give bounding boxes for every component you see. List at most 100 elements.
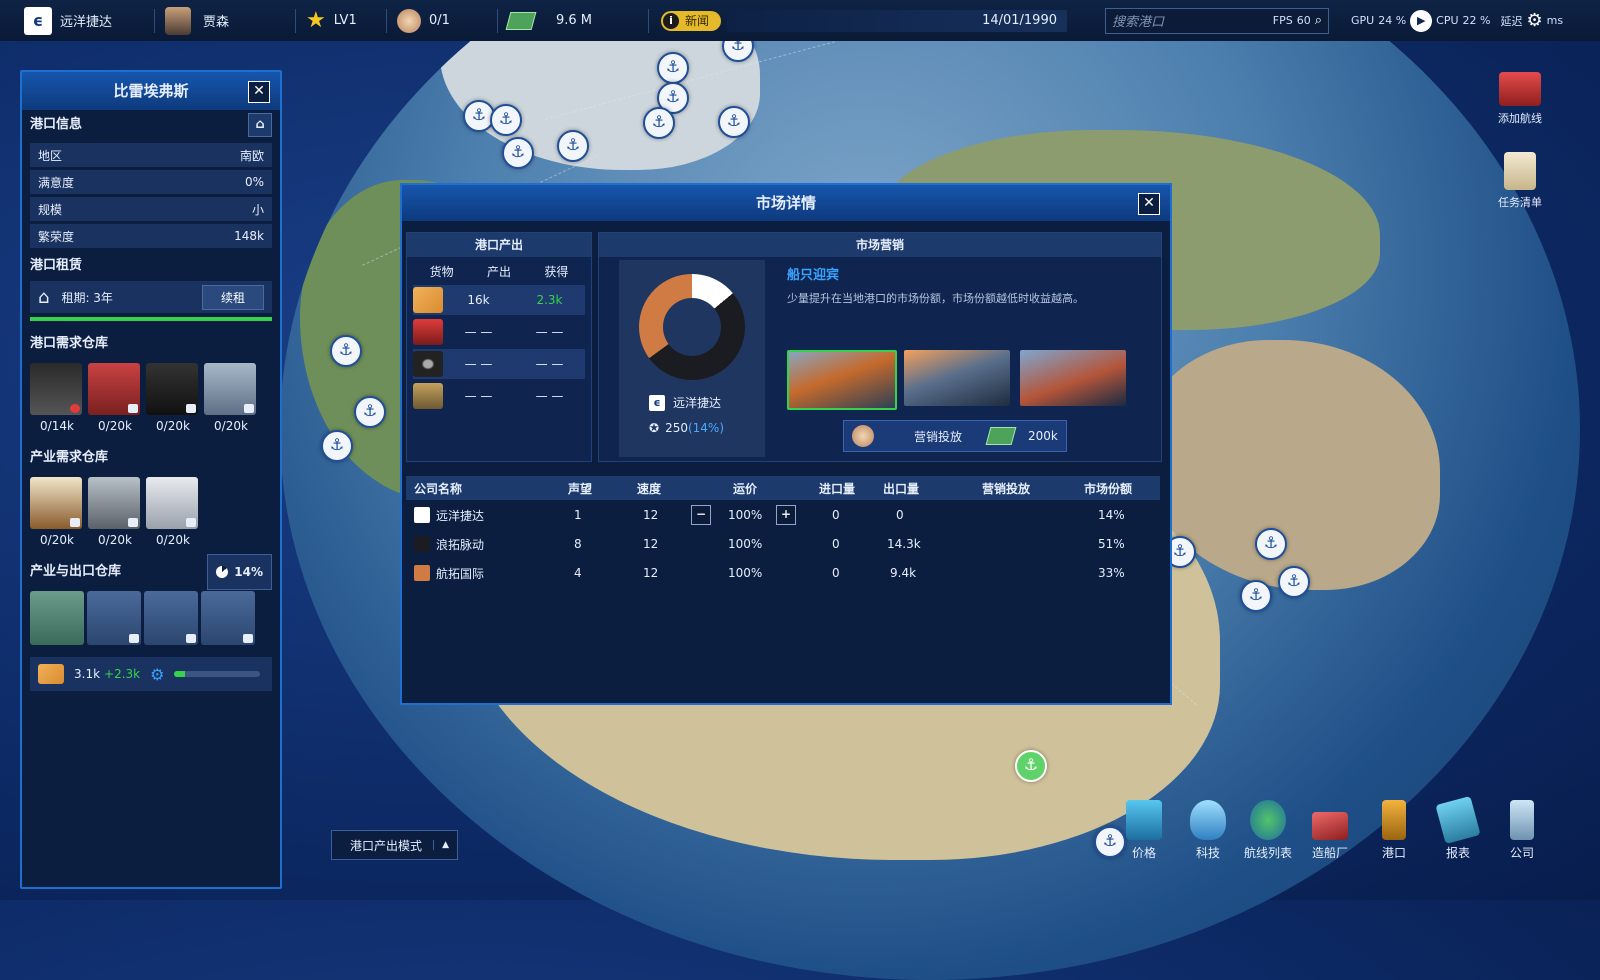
shipyard-button[interactable]: 造船厂 (1302, 800, 1358, 861)
demand-slot[interactable]: 0/14k (30, 363, 84, 433)
money-icon (505, 11, 537, 30)
task-list-button[interactable]: 任务清单 (1490, 152, 1550, 210)
port-marker[interactable]: ⚓ (1278, 566, 1310, 598)
output-share-badge[interactable]: 14% (207, 554, 272, 590)
report-button[interactable]: 报表 (1430, 796, 1486, 861)
chevron-up-icon: ▲ (433, 840, 457, 850)
industry-slot[interactable]: 0/20k (88, 477, 142, 547)
output-value: — — (464, 325, 493, 339)
output-row[interactable]: — — — — (413, 349, 585, 379)
import-volume: 0 (832, 508, 840, 522)
campaign-option[interactable] (904, 350, 1010, 406)
port-marker[interactable]: ⚓ (330, 335, 362, 367)
info-icon: i (663, 12, 679, 29)
industry-slot[interactable]: 0/20k (30, 477, 84, 547)
info-value: 148k (234, 229, 264, 243)
port-lease-title: 港口租赁 (30, 258, 83, 273)
output-header-row: 货物 产出 获得 (413, 259, 585, 283)
lumber-icon (413, 287, 443, 313)
reputation-score: 250 (665, 421, 688, 435)
port-marker[interactable]: ⚓ (643, 107, 675, 139)
staff-count: 0/1 (429, 13, 450, 28)
port-marker[interactable]: ⚓ (490, 104, 522, 136)
info-row: 繁荣度 148k (30, 224, 272, 248)
output-row[interactable]: — — — — (413, 317, 585, 347)
latency-value: ms (1546, 14, 1564, 27)
demand-slot[interactable]: 0/20k (204, 363, 258, 433)
time-bar: 14/01/1990 (727, 9, 1067, 32)
export-volume: 0 (896, 508, 904, 522)
demand-amount: 0/20k (98, 419, 132, 433)
map-mode-label: 港口产出模式 (350, 838, 423, 853)
port-marker[interactable]: ⚓ (354, 396, 386, 428)
company-button[interactable]: 公司 (1494, 800, 1550, 861)
table-row[interactable]: 远洋捷达 1 12 − 100% + 0 0 14% (406, 501, 1160, 529)
selected-port-marker[interactable]: ⚓ (1015, 750, 1047, 782)
coal-icon (30, 363, 82, 415)
decrease-price-button[interactable]: − (691, 505, 711, 525)
col-output: 产出 (486, 264, 511, 279)
oil-factory-icon[interactable] (87, 591, 141, 645)
settings-gear-icon[interactable]: ⚙ (1527, 10, 1543, 31)
gears-icon: ⚙ (150, 664, 165, 684)
output-row[interactable]: 16k 2.3k (413, 285, 585, 315)
port-building-icon[interactable]: ⌂ (248, 113, 272, 137)
port-name: 比雷埃弗斯 (113, 82, 189, 100)
reputation: 1 (574, 508, 582, 522)
play-icon[interactable]: ▶ (1410, 9, 1433, 32)
port-marker[interactable]: ⚓ (502, 137, 534, 169)
table-row[interactable]: 浪拓脉动 8 12 100% 0 14.3k 51% (406, 530, 1160, 558)
industry-slot[interactable]: 0/20k (146, 477, 200, 547)
export-volume: 14.3k (887, 537, 921, 551)
speed: 12 (643, 508, 659, 522)
marketing-title: 市场营销 (599, 233, 1161, 257)
lease-term: 租期: 3年 (61, 290, 113, 305)
port-search-input[interactable]: 搜索港口 FPS 60 ⌕ (1105, 7, 1329, 34)
col-marketing: 营销投放 (982, 481, 1031, 496)
map-mode-dropdown[interactable]: 港口产出模式 ▲ (331, 830, 458, 860)
info-label: 规模 (38, 202, 63, 217)
search-icon[interactable]: ⌕ (1315, 13, 1322, 28)
gain-value: — — (535, 325, 564, 339)
company-logo-icon: ϵ (649, 394, 665, 411)
campaign-option-selected[interactable] (787, 350, 897, 410)
output-row[interactable]: — — — — (413, 381, 585, 411)
ceo-avatar[interactable] (165, 6, 191, 35)
marketing-invest-button[interactable]: 营销投放 200k (843, 420, 1067, 452)
lock-icon (186, 404, 196, 413)
crop-factory-icon[interactable] (201, 591, 255, 645)
price-button[interactable]: 价格 (1116, 800, 1172, 861)
close-port-panel-button[interactable]: ✕ (248, 81, 270, 103)
port-marker[interactable]: ⚓ (657, 52, 689, 84)
tech-button[interactable]: 科技 (1180, 800, 1236, 861)
sawmill-factory-icon[interactable] (30, 591, 84, 645)
demand-slot[interactable]: 0/20k (88, 363, 142, 433)
news-button[interactable]: i 新闻 (661, 10, 721, 31)
demand-amount: 0/20k (156, 419, 190, 433)
campaign-option[interactable] (1020, 350, 1126, 406)
demand-amount: 0/14k (40, 419, 74, 433)
col-company: 公司名称 (414, 481, 463, 496)
add-route-button[interactable]: 添加航线 (1490, 72, 1550, 126)
renew-lease-button[interactable]: 续租 (201, 284, 264, 310)
port-marker[interactable]: ⚓ (321, 430, 353, 462)
lock-icon (70, 404, 80, 413)
port-marker[interactable]: ⚓ (1240, 580, 1272, 612)
table-row[interactable]: 航拓国际 4 12 100% 0 9.4k 33% (406, 559, 1160, 587)
invest-label: 营销投放 (914, 429, 963, 444)
port-marker[interactable]: ⚓ (1255, 528, 1287, 560)
increase-price-button[interactable]: + (776, 505, 796, 525)
news-label: 新闻 (685, 14, 710, 28)
route-list-label: 航线列表 (1243, 846, 1292, 860)
tire-factory-icon[interactable] (144, 591, 198, 645)
demand-slot[interactable]: 0/20k (146, 363, 200, 433)
oil-barrel-icon (413, 319, 443, 345)
ceo-name: 贾森 (203, 15, 230, 30)
col-market-share: 市场份额 (1084, 481, 1133, 496)
port-marker[interactable]: ⚓ (718, 106, 750, 138)
close-dialog-button[interactable]: ✕ (1138, 193, 1160, 215)
reputation-share: (14%) (687, 421, 725, 435)
port-button[interactable]: 港口 (1366, 800, 1422, 861)
route-list-button[interactable]: 航线列表 (1240, 800, 1296, 861)
port-marker[interactable]: ⚓ (557, 130, 589, 162)
